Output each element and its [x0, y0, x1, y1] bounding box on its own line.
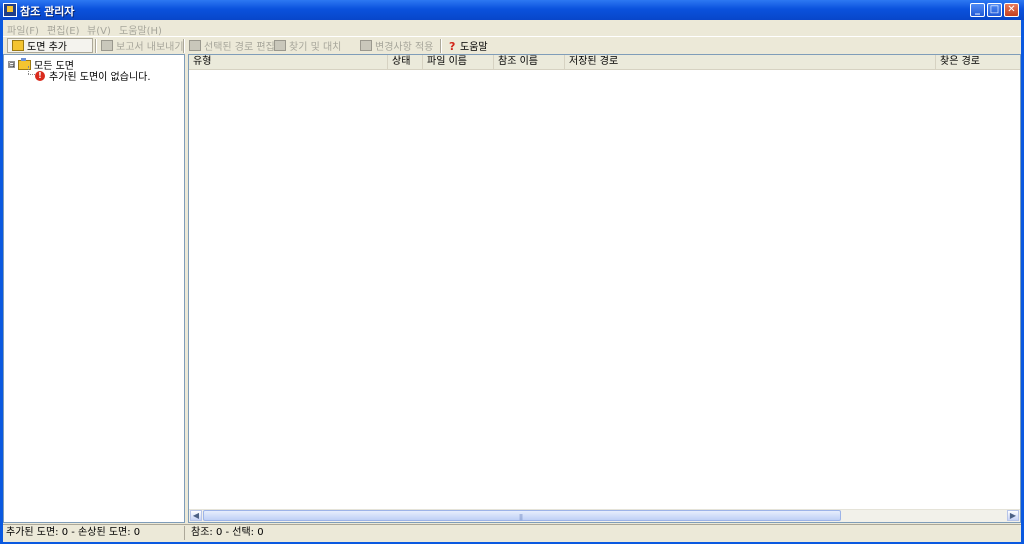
- help-button[interactable]: ? 도움말: [449, 38, 488, 53]
- status-drawings: 추가된 도면: 0 - 손상된 도면: 0: [3, 526, 185, 540]
- report-icon: [101, 40, 113, 51]
- column-status[interactable]: 상태: [388, 55, 423, 69]
- export-report-button[interactable]: 보고서 내보내기: [101, 38, 184, 53]
- menu-help[interactable]: 도움말(H): [119, 22, 162, 37]
- column-reference-name[interactable]: 참조 이름: [494, 55, 565, 69]
- app-icon[interactable]: [3, 3, 17, 17]
- tree-connector: [28, 66, 30, 74]
- tree-child-label: 추가된 도면이 없습니다.: [49, 72, 151, 83]
- window-title: 참조 관리자: [20, 5, 75, 18]
- apply-changes-button[interactable]: 변경사항 적용: [360, 38, 433, 53]
- close-button[interactable]: ✕: [1004, 3, 1019, 17]
- column-type[interactable]: 유형: [189, 55, 388, 69]
- apply-changes-label: 변경사항 적용: [375, 42, 434, 53]
- edit-selected-path-button[interactable]: 선택된 경로 편집: [189, 38, 275, 53]
- collapse-icon[interactable]: ⊟: [8, 61, 15, 69]
- error-icon: !: [35, 70, 45, 81]
- menu-bar: 파일(F) 편집(E) 뷰(V) 도움말(H): [3, 20, 1021, 37]
- toolbar-separator: [440, 39, 442, 53]
- tree-connector: [28, 74, 35, 76]
- menu-file[interactable]: 파일(F): [7, 22, 39, 37]
- find-replace-button[interactable]: 찾기 및 대치: [274, 38, 341, 53]
- reference-manager-window: 참조 관리자 _ □ ✕ 파일(F) 편집(E) 뷰(V) 도움말(H) 도면 …: [0, 0, 1024, 544]
- horizontal-scrollbar[interactable]: ◀ ||| ▶: [189, 509, 1020, 522]
- grip-icon: |||: [519, 514, 523, 521]
- minimize-button[interactable]: _: [970, 3, 985, 17]
- references-list[interactable]: 유형 상태 파일 이름 참조 이름 저장된 경로 찾은 경로 ◀ ||| ▶: [188, 54, 1021, 523]
- column-file-name[interactable]: 파일 이름: [423, 55, 494, 69]
- list-header: 유형 상태 파일 이름 참조 이름 저장된 경로 찾은 경로: [189, 55, 1020, 70]
- column-found-path[interactable]: 찾은 경로: [936, 55, 1020, 69]
- save-icon: [360, 40, 372, 51]
- edit-path-icon: [189, 40, 201, 51]
- scrollbar-thumb[interactable]: |||: [203, 510, 841, 521]
- tree-node-no-drawings[interactable]: ! 추가된 도면이 없습니다.: [35, 68, 151, 83]
- menu-edit[interactable]: 편집(E): [47, 22, 80, 37]
- edit-path-label: 선택된 경로 편집: [204, 42, 275, 53]
- scroll-left-icon[interactable]: ◀: [190, 510, 202, 521]
- menu-view[interactable]: 뷰(V): [87, 22, 111, 37]
- title-bar[interactable]: 참조 관리자 _ □ ✕: [0, 0, 1024, 20]
- folder-open-icon: [12, 40, 24, 51]
- add-drawing-button[interactable]: 도면 추가: [7, 38, 93, 53]
- status-bar: 추가된 도면: 0 - 손상된 도면: 0 참조: 0 - 선택: 0: [3, 524, 1021, 541]
- help-label: 도움말: [460, 42, 488, 53]
- export-report-label: 보고서 내보내기: [116, 42, 184, 53]
- column-saved-path[interactable]: 저장된 경로: [565, 55, 936, 69]
- maximize-button[interactable]: □: [987, 3, 1002, 17]
- toolbar-separator: [183, 39, 185, 53]
- toolbar: 도면 추가 보고서 내보내기 선택된 경로 편집 찾기 및 대치 변경사항 적용…: [3, 36, 1021, 56]
- find-replace-label: 찾기 및 대치: [289, 42, 342, 53]
- question-mark-icon: ?: [449, 40, 456, 53]
- drawing-tree-pane[interactable]: ⊟ 모든 도면 ! 추가된 도면이 없습니다.: [3, 54, 185, 523]
- toolbar-separator: [95, 39, 97, 53]
- scroll-right-icon[interactable]: ▶: [1007, 510, 1019, 521]
- add-drawing-label: 도면 추가: [27, 42, 67, 53]
- status-references: 참조: 0 - 선택: 0: [191, 527, 264, 538]
- binoculars-icon: [274, 40, 286, 51]
